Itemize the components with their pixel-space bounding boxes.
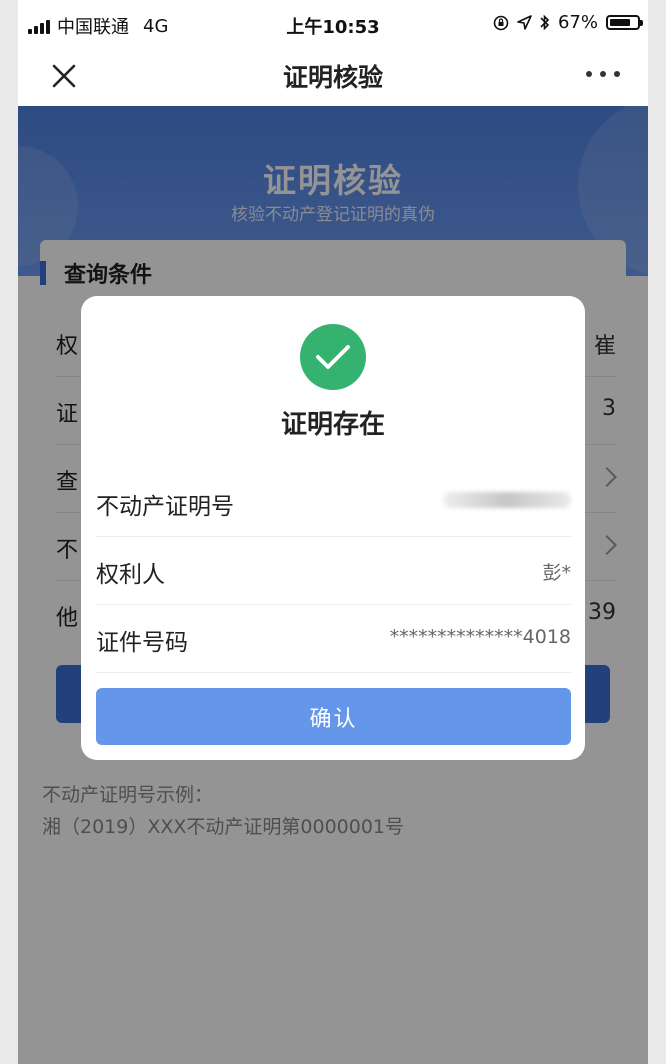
more-dots-icon[interactable] <box>586 62 620 86</box>
dialog-row-id-number: 证件号码 **************4018 <box>96 604 571 673</box>
nav-bar: 证明核验 <box>18 50 648 106</box>
dialog-row-value: 彭* <box>542 562 571 584</box>
redacted-value <box>443 492 571 508</box>
location-arrow-icon <box>517 15 532 30</box>
battery-percent: 67% <box>557 12 598 33</box>
result-dialog: 证明存在 不动产证明号 权利人 彭* 证件号码 **************40… <box>81 296 585 760</box>
status-right: 67% <box>493 12 643 33</box>
dialog-row-certificate-number: 不动产证明号 <box>96 468 571 537</box>
orientation-lock-icon <box>493 15 509 30</box>
bluetooth-icon <box>540 14 550 31</box>
dialog-row-value: **************4018 <box>389 626 571 648</box>
dialog-row-label: 权利人 <box>96 562 165 588</box>
confirm-button[interactable]: 确认 <box>96 688 571 745</box>
phone-screen: 中国联通 4G 上午10:53 67% 证明核验 证明核验 核验不动产登记证明的… <box>18 0 648 1064</box>
success-check-icon <box>300 324 366 390</box>
dialog-row-label: 不动产证明号 <box>96 494 234 520</box>
dialog-row-owner: 权利人 彭* <box>96 536 571 605</box>
status-bar: 中国联通 4G 上午10:53 67% <box>18 0 648 50</box>
dialog-title: 证明存在 <box>280 410 385 440</box>
battery-icon <box>606 15 643 30</box>
dialog-row-label: 证件号码 <box>96 630 188 656</box>
nav-title: 证明核验 <box>282 63 383 92</box>
